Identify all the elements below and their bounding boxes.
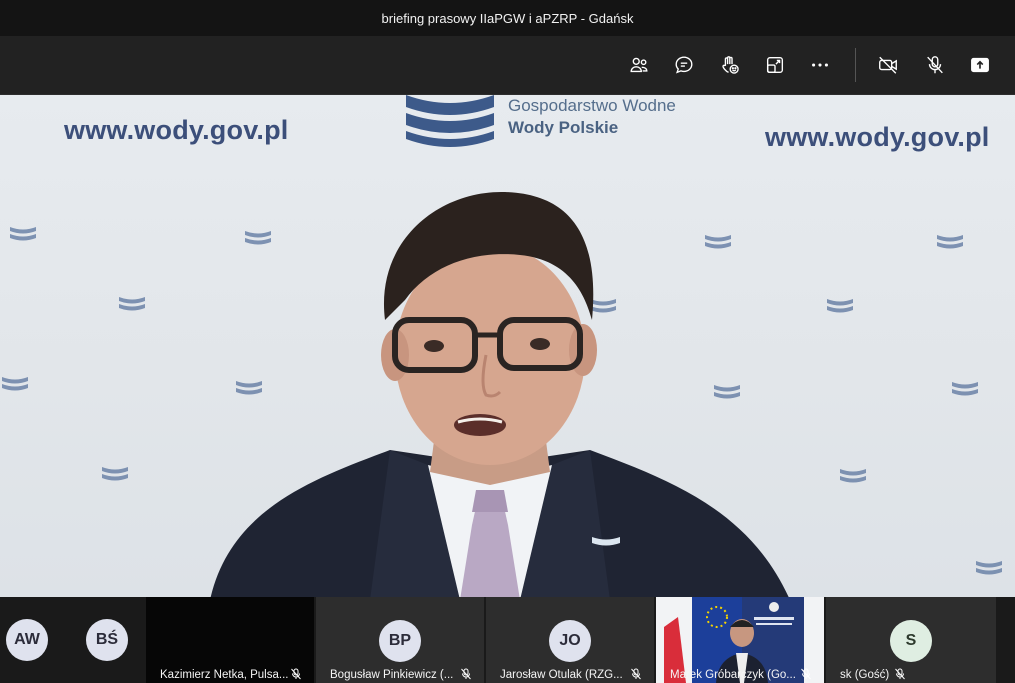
brand-line2: Wody Polskie [508,118,619,137]
speaker-video [210,191,789,597]
meeting-toolbar [0,36,1015,95]
participant-name: Bogusław Pinkiewicz (... [330,669,454,681]
share-tray-icon [766,56,784,74]
camera-off-icon [879,56,897,74]
wody-polskie-logo [406,95,494,147]
more-options-icon [812,63,828,67]
mini-logo-icon [840,469,866,483]
participant-name: Marek Gróbarczyk (Go... [670,669,796,681]
mini-logo-icon [937,235,963,249]
mini-logo-icon [952,382,978,396]
mini-logo-icon [102,467,128,481]
meeting-title: briefing prasowy IIaPGW i aPZRP - Gdańsk [381,10,634,26]
participant-tile[interactable]: Kazimierz Netka, Pulsa... [146,597,314,683]
main-video-stage: Gospodarstwo Wodne Wody Polskie www.wody… [0,95,1015,597]
participant-name: Kazimierz Netka, Pulsa... [160,669,288,681]
share-screen-icon [971,57,989,73]
website-url-right: www.wody.gov.pl [765,122,990,152]
mini-logo-icon [976,561,1002,575]
people-icon [630,57,648,73]
participant-strip: AW BŚ Kazimierz Netka, Pulsa... BP Bogus… [0,597,1015,683]
brand-line1: Gospodarstwo Wodne [508,96,676,115]
participant-name: Jarosław Otulak (RZG... [500,669,623,681]
share-screen-button[interactable] [963,48,997,82]
mic-muted-icon [631,668,641,680]
camera-toggle-button[interactable] [871,48,905,82]
people-button[interactable] [622,48,656,82]
avatar: JO [549,620,591,662]
reactions-icon [722,56,739,74]
mini-logo-icon [2,377,28,391]
mic-off-icon [927,56,943,74]
mic-muted-icon [801,668,811,680]
participant-name: sk (Gość) [840,669,890,681]
mini-logo-icon [119,297,145,311]
avatar: BP [379,620,421,662]
share-tray-button[interactable] [758,48,792,82]
more-options-button[interactable] [803,48,837,82]
toolbar-divider [855,48,856,82]
chat-icon [675,56,693,74]
avatar[interactable]: BŚ [86,619,128,661]
participant-tile[interactable]: BP Bogusław Pinkiewicz (... [316,597,484,683]
participant-tile[interactable]: Marek Gróbarczyk (Go... [656,597,824,683]
brand-name: Gospodarstwo Wodne Wody Polskie [508,95,676,139]
participant-tile[interactable]: S sk (Gość) [826,597,996,683]
participant-tile[interactable]: JO Jarosław Otulak (RZG... [486,597,654,683]
mic-muted-icon [895,668,905,680]
mic-muted-icon [461,668,471,680]
reactions-button[interactable] [713,48,747,82]
mic-muted-icon [291,668,301,680]
mini-logo-icon [827,299,853,313]
mini-logo-icon [10,227,36,241]
chat-button[interactable] [667,48,701,82]
website-url-left: www.wody.gov.pl [64,115,289,145]
title-bar: briefing prasowy IIaPGW i aPZRP - Gdańsk [0,0,1015,36]
avatar[interactable]: AW [6,619,48,661]
avatar: S [890,620,932,662]
mic-toggle-button[interactable] [918,48,952,82]
